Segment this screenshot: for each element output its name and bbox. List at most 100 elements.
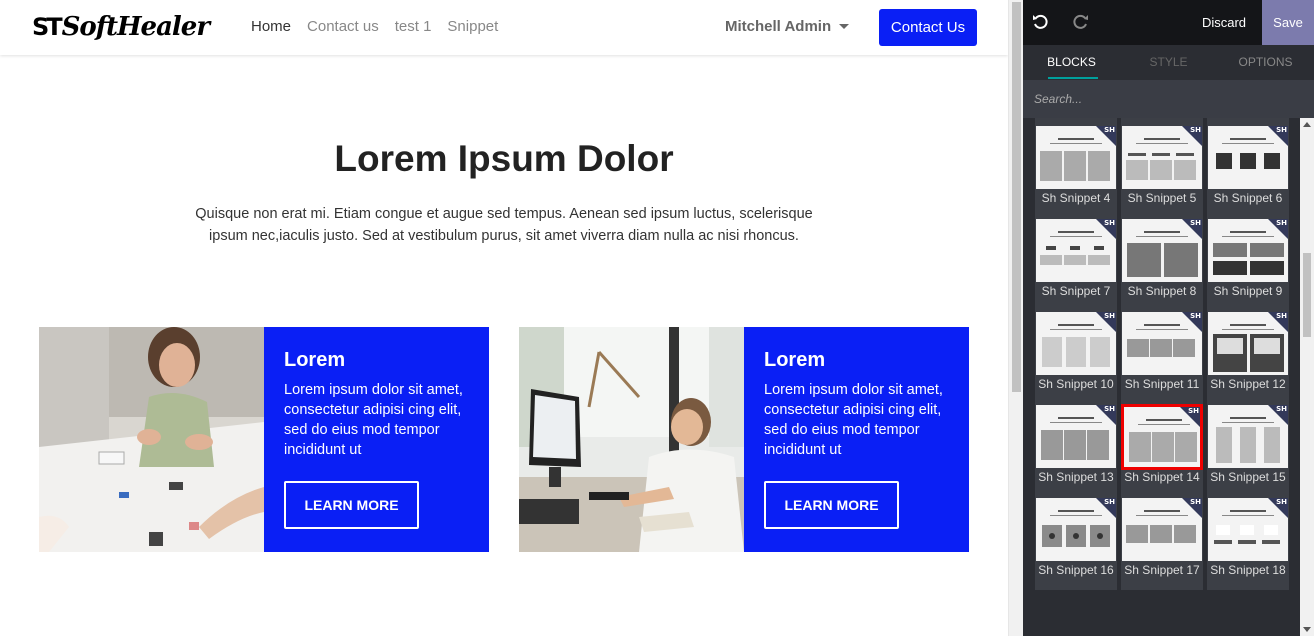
snippet-tile[interactable]: SH Sh Snippet 14 [1121,404,1203,497]
scroll-up-icon[interactable] [1303,122,1311,127]
snippet-tile[interactable]: SHSh Snippet 1 [1035,118,1117,125]
snippet-label: Sh Snippet 13 [1038,470,1114,484]
logo-mark-icon: ST [32,13,63,41]
snippet-tile[interactable]: SH Sh Snippet 8 [1121,218,1203,311]
snippet-thumbnail: SH [1122,126,1202,189]
card-title: Lorem [764,349,826,371]
website-scrollbar-thumb[interactable] [1012,2,1021,392]
user-menu[interactable]: Mitchell Admin [725,18,850,35]
snippet-label: Sh Snippet 16 [1038,563,1114,577]
nav-link-test-1[interactable]: test 1 [395,18,432,35]
snippet-tile[interactable]: SH Sh Snippet 13 [1035,404,1117,497]
scroll-down-icon[interactable] [1303,627,1311,632]
snippet-badge-label: SH [1104,498,1115,506]
logo-text: SoftHealer [61,12,210,42]
tab-options[interactable]: OPTIONS [1217,45,1314,80]
learn-more-button[interactable]: LEARN MORE [284,481,419,529]
logo[interactable]: ST SoftHealer [32,10,210,44]
photo-women-table-icon [39,327,264,552]
snippet-tile[interactable]: SH Sh Snippet 16 [1035,497,1117,590]
snippet-label: Sh Snippet 6 [1213,191,1283,205]
snippet-tile[interactable]: SH Sh Snippet 6 [1207,125,1289,218]
card-photo-office [519,327,744,552]
snippet-label: Sh Snippet 17 [1124,563,1200,577]
snippet-tile[interactable]: SH Sh Snippet 18 [1207,497,1289,590]
chevron-down-icon [839,24,850,29]
snippet-label: Sh Snippet 9 [1213,284,1283,298]
snippet-thumbnail: SH [1122,498,1202,561]
snippet-label: Sh Snippet 12 [1210,377,1286,391]
snippet-tile[interactable]: SH Sh Snippet 9 [1207,218,1289,311]
snippet-search-input[interactable] [1023,80,1314,118]
snippet-tile[interactable]: SH Sh Snippet 10 [1035,311,1117,404]
snippet-grid: SHSh Snippet 1SHSh Snippet 2SHSh Snippet… [1035,118,1289,590]
editor-tabs: BLOCKS STYLE OPTIONS [1023,45,1314,80]
learn-more-button[interactable]: LEARN MORE [764,481,899,529]
snippet-label: Sh Snippet 14 [1124,470,1200,484]
tab-blocks[interactable]: BLOCKS [1023,45,1120,80]
website-preview: ST SoftHealer Home Contact us test 1 Sni… [0,0,1008,636]
website-scrollbar[interactable] [1008,0,1023,636]
snippet-scrollbar[interactable] [1300,118,1314,636]
snippet-label: Sh Snippet 11 [1124,377,1200,391]
nav-links: Home Contact us test 1 Snippet [251,18,498,35]
photo-man-computer-icon [519,327,744,552]
snippet-thumbnail: SH [1208,126,1288,189]
navbar: ST SoftHealer Home Contact us test 1 Sni… [0,0,1008,55]
snippet-badge-label: SH [1190,312,1201,320]
snippet-badge-label: SH [1276,219,1287,227]
redo-icon[interactable] [1070,12,1090,32]
discard-button[interactable]: Discard [1191,0,1257,45]
snippet-badge-label: SH [1276,126,1287,134]
snippet-tile[interactable]: SH Sh Snippet 4 [1035,125,1117,218]
snippet-label: Sh Snippet 15 [1210,470,1286,484]
snippet-badge-label: SH [1104,405,1115,413]
snippet-label: Sh Snippet 18 [1210,563,1286,577]
nav-link-contact-us[interactable]: Contact us [307,18,379,35]
snippet-badge-label: SH [1276,498,1287,506]
snippet-badge-label: SH [1104,219,1115,227]
snippet-thumbnail: SH [1036,219,1116,282]
snippet-thumbnail: SH [1208,312,1288,375]
editor-panel: Discard Save BLOCKS STYLE OPTIONS SHSh S… [1023,0,1314,636]
snippet-tile[interactable]: SH Sh Snippet 17 [1121,497,1203,590]
snippet-scrollbar-thumb[interactable] [1303,253,1311,337]
snippet-label: Sh Snippet 5 [1127,191,1197,205]
snippet-badge-label: SH [1276,405,1287,413]
snippet-label: Sh Snippet 10 [1038,377,1114,391]
snippet-tile[interactable]: SH Sh Snippet 7 [1035,218,1117,311]
feature-card: Lorem Lorem ipsum dolor sit amet, consec… [519,327,969,552]
snippet-tile[interactable]: SH Sh Snippet 12 [1207,311,1289,404]
card-text: Lorem ipsum dolor sit amet, consectetur … [764,382,943,458]
snippet-thumbnail: SH [1121,404,1203,470]
undo-icon[interactable] [1031,12,1051,32]
snippet-tile[interactable]: SHSh Snippet 3 [1207,118,1289,125]
snippet-label: Sh Snippet 8 [1127,284,1197,298]
snippet-thumbnail: SH [1122,219,1202,282]
snippet-badge-label: SH [1190,219,1201,227]
snippet-badge-label: SH [1104,312,1115,320]
nav-link-snippet[interactable]: Snippet [447,18,498,35]
nav-link-home[interactable]: Home [251,18,291,35]
save-button[interactable]: Save [1262,0,1314,45]
snippet-thumbnail: SH [1208,405,1288,468]
snippet-list: SHSh Snippet 1SHSh Snippet 2SHSh Snippet… [1023,118,1314,636]
editor-toolbar: Discard Save [1023,0,1314,45]
card-text: Lorem ipsum dolor sit amet, consectetur … [284,382,463,458]
snippet-badge-label: SH [1188,407,1199,415]
snippet-tile[interactable]: SHSh Snippet 2 [1121,118,1203,125]
feature-card: Lorem Lorem ipsum dolor sit amet, consec… [39,327,489,552]
snippet-tile[interactable]: SH Sh Snippet 11 [1121,311,1203,404]
snippet-label: Sh Snippet 7 [1041,284,1111,298]
tab-style[interactable]: STYLE [1120,45,1217,80]
snippet-thumbnail: SH [1036,405,1116,468]
snippet-label: Sh Snippet 4 [1041,191,1111,205]
snippet-tile[interactable]: SH Sh Snippet 5 [1121,125,1203,218]
card-photo-meeting [39,327,264,552]
snippet-thumbnail: SH [1208,498,1288,561]
card-body: Lorem Lorem ipsum dolor sit amet, consec… [264,327,489,552]
contact-us-button[interactable]: Contact Us [879,9,977,46]
snippet-badge-label: SH [1190,126,1201,134]
snippet-tile[interactable]: SH Sh Snippet 15 [1207,404,1289,497]
snippet-thumbnail: SH [1036,312,1116,375]
